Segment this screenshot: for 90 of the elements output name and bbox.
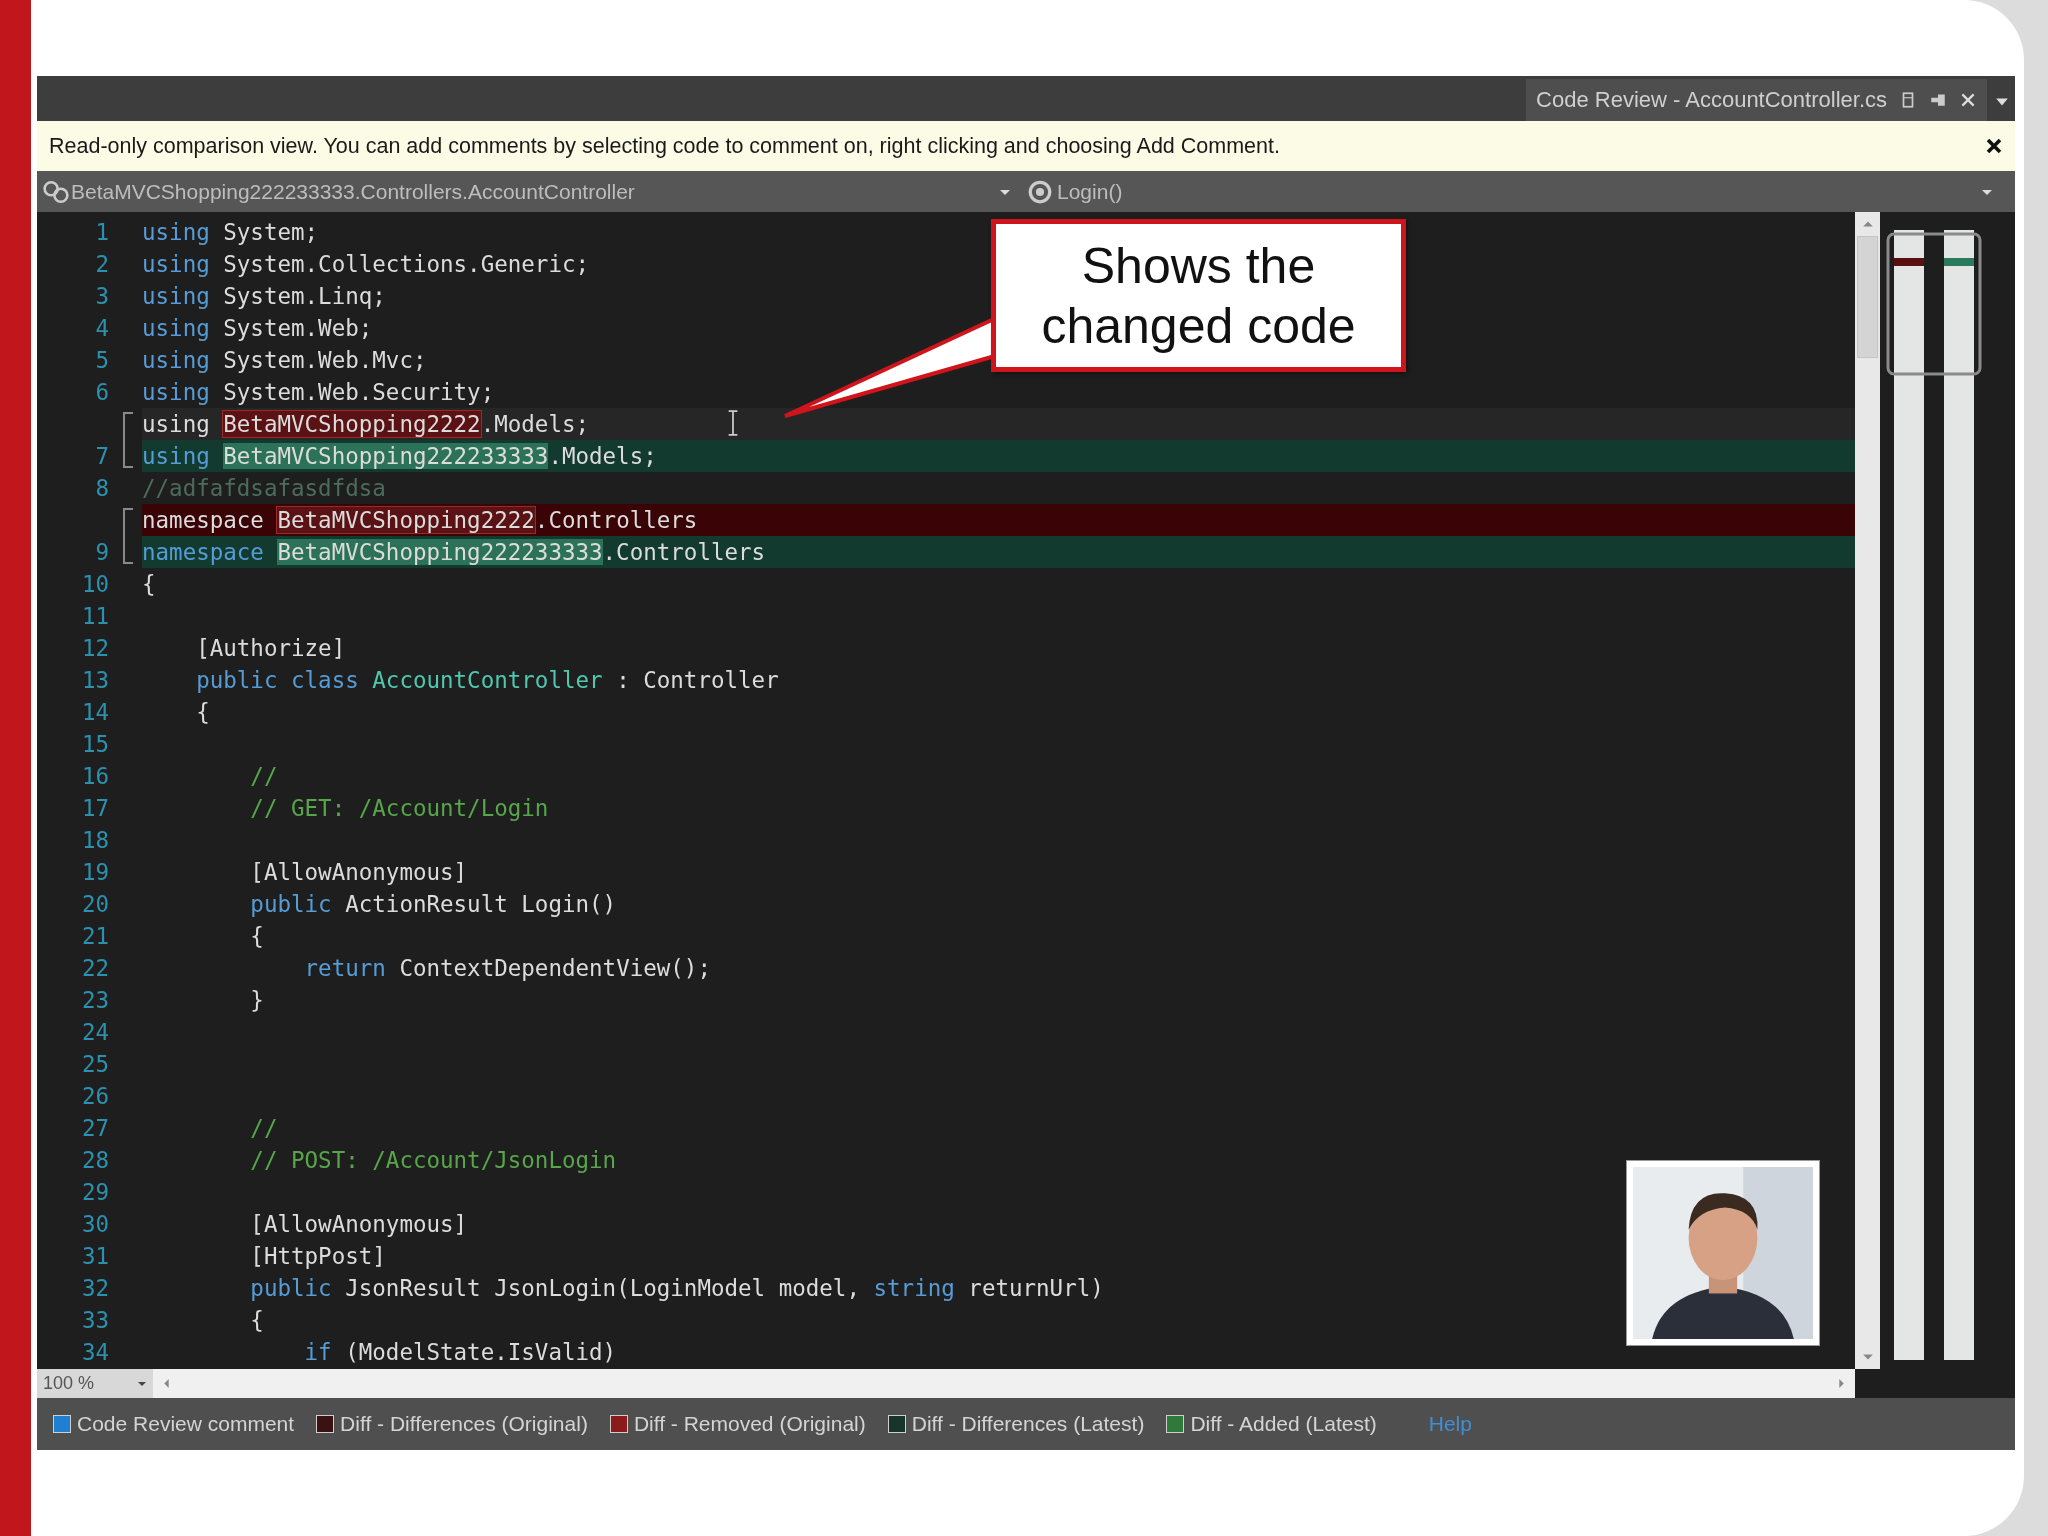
line-number: 16 — [80, 762, 109, 791]
code-line: // POST: /Account/JsonLogin — [249, 1146, 617, 1175]
code-line: // GET: /Account/Login — [249, 794, 549, 823]
code-line: [AllowAnonymous] — [249, 1210, 468, 1239]
caret-icon[interactable] — [137, 1380, 147, 1387]
code-line: public ActionResult Login() — [249, 890, 617, 919]
code-line: using System.Web.Security; — [142, 378, 495, 407]
code-line: if (ModelState.IsValid) — [303, 1338, 617, 1367]
line-number: 23 — [80, 986, 109, 1015]
legend-label: Diff - Differences (Latest) — [911, 1412, 1145, 1436]
code-line: namespace BetaMVCShopping222233333.Controllers — [142, 538, 766, 567]
document-tab[interactable]: Code Review - AccountController.cs — [1526, 79, 1987, 121]
code-line: { — [195, 698, 210, 727]
legend-label: Diff - Differences (Original) — [340, 1412, 588, 1436]
legend-label: Diff - Removed (Original) — [633, 1412, 866, 1436]
pin-icon[interactable] — [1929, 91, 1947, 109]
scroll-down-icon[interactable] — [1861, 1353, 1874, 1361]
line-number: 34 — [80, 1338, 109, 1367]
line-number: 27 — [80, 1114, 109, 1143]
line-number: 5 — [94, 346, 109, 375]
line-number: 19 — [80, 858, 109, 887]
code-line: using System.Collections.Generic; — [142, 250, 590, 279]
line-number: 21 — [80, 922, 109, 951]
method-icon — [1027, 178, 1053, 205]
line-number: 31 — [80, 1242, 109, 1271]
legend-label: Diff - Added (Latest) — [1190, 1412, 1377, 1436]
line-number: 4 — [94, 314, 109, 343]
horizontal-scrollbar[interactable] — [153, 1369, 1855, 1398]
code-line: using System.Linq; — [142, 282, 386, 311]
zoom-dropdown[interactable]: 100 % — [37, 1369, 153, 1398]
line-number: 18 — [80, 826, 109, 855]
callout-text: Shows the changed code — [991, 219, 1406, 372]
line-number: 8 — [94, 474, 109, 503]
code-line: [AllowAnonymous] — [249, 858, 468, 887]
code-line: { — [249, 922, 264, 951]
scroll-left-icon[interactable] — [163, 1378, 170, 1389]
line-number: 1 — [94, 218, 109, 247]
line-number: 29 — [80, 1178, 109, 1207]
line-number: 3 — [94, 282, 109, 311]
line-number: 17 — [80, 794, 109, 823]
code-line: { — [142, 570, 156, 599]
change-bracket — [123, 508, 133, 564]
info-message: Read-only comparison view. You can add comments by selecting code to comment on, right clicking and choosing Add Comment. — [49, 133, 1281, 159]
code-line: using System.Web; — [142, 314, 373, 343]
line-number: 25 — [80, 1050, 109, 1079]
legend-label: Code Review comment — [77, 1412, 295, 1436]
line-number: 7 — [94, 442, 109, 471]
change-bracket — [123, 412, 133, 468]
member-dropdown[interactable]: Login() — [1027, 178, 2015, 205]
code-line: public JsonResult JsonLogin(LoginModel model, string returnUrl) — [249, 1274, 1104, 1303]
code-line: using System; — [142, 218, 319, 247]
vertical-scrollbar[interactable] — [1855, 212, 1880, 1369]
line-number: 15 — [80, 730, 109, 759]
code-line: // — [249, 762, 278, 791]
type-dropdown[interactable]: BetaMVCShopping222233333.Controllers.AccountController — [37, 178, 1027, 205]
code-line: return ContextDependentView(); — [303, 954, 711, 983]
close-icon[interactable] — [1959, 91, 1977, 109]
line-number: 26 — [80, 1082, 109, 1111]
code-line: public class AccountController : Controller — [195, 666, 779, 695]
line-number: 10 — [80, 570, 109, 599]
line-number: 6 — [94, 378, 109, 407]
code-line: namespace BetaMVCShopping2222.Controllers — [142, 506, 698, 535]
line-number: 30 — [80, 1210, 109, 1239]
line-number: 11 — [80, 602, 109, 631]
line-number: 32 — [80, 1274, 109, 1303]
line-number: 33 — [80, 1306, 109, 1335]
line-number: 20 — [80, 890, 109, 919]
code-line: { — [249, 1306, 264, 1335]
text-cursor-icon — [727, 410, 739, 436]
class-icon — [43, 178, 69, 205]
line-number: 2 — [94, 250, 109, 279]
code-line: [Authorize] — [195, 634, 346, 663]
line-number: 13 — [80, 666, 109, 695]
scroll-thumb[interactable] — [1857, 236, 1878, 358]
line-number: 28 — [80, 1146, 109, 1175]
dropdown-caret-icon[interactable] — [1995, 97, 2009, 107]
line-number: 24 — [80, 1018, 109, 1047]
code-line: //adfafdsafasdfdsa — [142, 474, 386, 503]
scroll-right-icon[interactable] — [1838, 1378, 1845, 1389]
code-line: [HttpPost] — [249, 1242, 386, 1271]
line-number: 9 — [94, 538, 109, 567]
code-line: // — [249, 1114, 278, 1143]
line-number: 22 — [80, 954, 109, 983]
close-icon[interactable] — [1985, 137, 2003, 155]
line-number: 12 — [80, 634, 109, 663]
code-line: } — [249, 986, 264, 1015]
line-number: 14 — [80, 698, 109, 727]
help-link[interactable]: Help — [1428, 1412, 1472, 1436]
scroll-up-icon[interactable] — [1861, 220, 1874, 228]
code-line: using System.Web.Mvc; — [142, 346, 427, 375]
